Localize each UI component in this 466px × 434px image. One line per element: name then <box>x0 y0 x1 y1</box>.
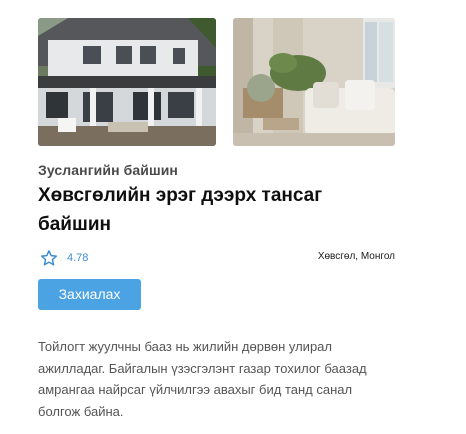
listing-title: Хөвсгөлийн эрэг дээрх тансаг байшин <box>38 185 323 235</box>
listing-card: Зуслангийн байшин Хөвсгөлийн эрэг дээрх … <box>0 0 466 434</box>
cabin-exterior-photo[interactable] <box>38 18 216 146</box>
living-room-photo[interactable] <box>233 18 395 146</box>
listing-description: Тойлогт жуулчны бааз нь жилийн дөрвөн ул… <box>38 339 367 419</box>
star-outline-icon[interactable] <box>40 249 58 267</box>
book-button[interactable]: Захиалах <box>38 279 141 310</box>
rating: 4.78 <box>40 249 88 267</box>
listing-category: Зуслангийн байшин <box>38 162 178 178</box>
listing-location: Хөвсгөл, Монгол <box>317 251 395 262</box>
rating-value: 4.78 <box>67 252 89 264</box>
